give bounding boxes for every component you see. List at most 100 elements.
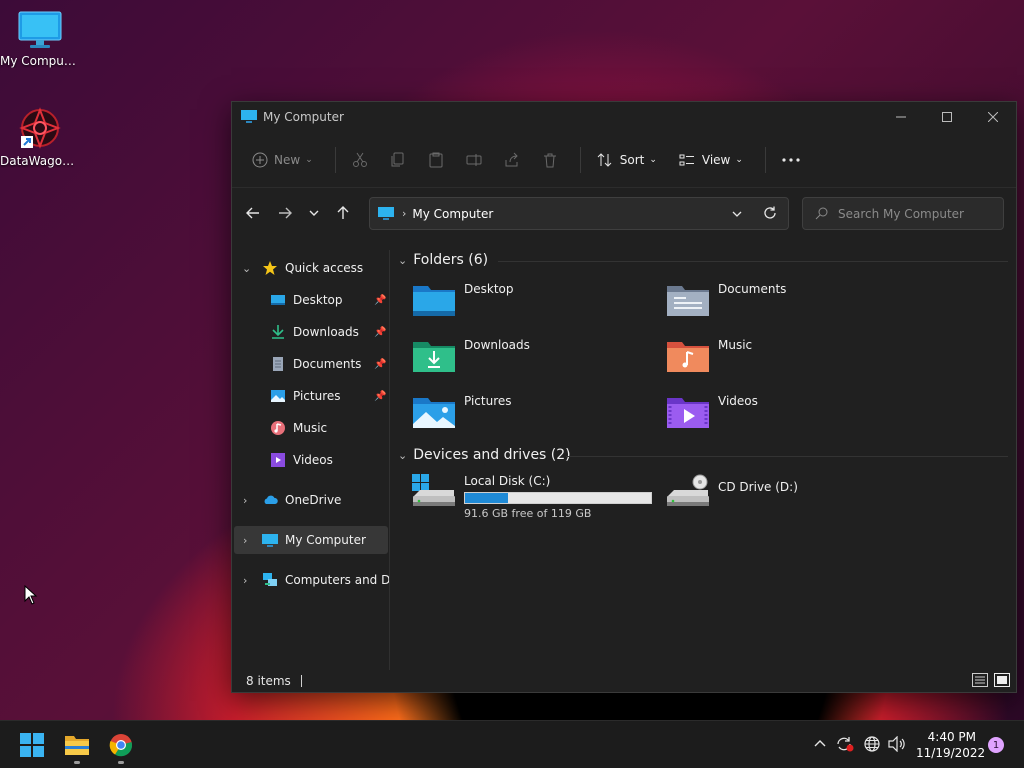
- pin-icon[interactable]: 📌: [374, 327, 386, 338]
- taskbar-file-explorer[interactable]: [61, 729, 93, 764]
- address-bar[interactable]: › My Computer: [369, 197, 789, 230]
- chevron-down-icon[interactable]: [732, 211, 742, 217]
- sidebar-item-videos[interactable]: Videos: [232, 446, 388, 474]
- arrow-up-icon: [337, 206, 349, 219]
- download-arrow-icon: [272, 325, 284, 339]
- globe-network-icon[interactable]: [864, 736, 880, 752]
- folder-desktop[interactable]: Desktop: [412, 282, 514, 318]
- forward-button[interactable]: [269, 197, 301, 229]
- delete-button[interactable]: [534, 145, 566, 175]
- maximize-button[interactable]: [924, 102, 970, 132]
- refresh-icon[interactable]: [763, 206, 777, 220]
- star-icon: [263, 261, 277, 275]
- up-button[interactable]: [327, 197, 359, 229]
- sidebar-item-music[interactable]: Music: [232, 414, 388, 442]
- folder-videos[interactable]: Videos: [666, 394, 758, 430]
- search-placeholder: Search My Computer: [838, 206, 964, 221]
- pin-icon[interactable]: 📌: [374, 295, 386, 306]
- sidebar-item-onedrive[interactable]: › OneDrive: [232, 486, 388, 514]
- view-button-label: View: [701, 152, 731, 167]
- recent-locations-button[interactable]: [301, 197, 327, 229]
- group-divider: [498, 261, 1008, 262]
- back-button[interactable]: [237, 197, 269, 229]
- drive-local-disk-c[interactable]: Local Disk (C:) 91.6 GB free of 119 GB: [412, 474, 652, 520]
- paste-button[interactable]: [420, 145, 452, 175]
- monitor-icon: [378, 206, 394, 220]
- new-button[interactable]: New ⌄: [244, 145, 321, 175]
- start-button[interactable]: [16, 729, 48, 761]
- scissors-icon: [352, 152, 367, 167]
- sidebar-item-my-computer[interactable]: › My Computer: [234, 526, 388, 554]
- folder-pictures[interactable]: Pictures: [412, 394, 512, 430]
- folder-icon: [65, 736, 89, 755]
- network-computer-icon: [263, 573, 277, 586]
- sidebar-item-label: Documents: [293, 357, 362, 371]
- pin-icon[interactable]: 📌: [374, 359, 386, 370]
- status-bar: 8 items: [232, 670, 1016, 692]
- system-clock[interactable]: 4:40 PM 11/19/2022: [916, 729, 986, 761]
- more-options-button[interactable]: [774, 145, 808, 175]
- copy-button[interactable]: [382, 145, 414, 175]
- mouse-cursor-icon: [24, 585, 38, 605]
- tiles-view-icon[interactable]: [994, 673, 1010, 687]
- command-bar: New ⌄ Sort ⌄ View ⌄: [232, 132, 1016, 188]
- folder-label: Music: [718, 338, 753, 352]
- drive-cd-d[interactable]: CD Drive (D:): [666, 474, 798, 510]
- sidebar-item-label: Pictures: [293, 389, 341, 403]
- desktop-folder-icon: [271, 295, 285, 305]
- folder-documents[interactable]: Documents: [666, 282, 786, 318]
- monitor-icon: [262, 534, 278, 547]
- rename-button[interactable]: [458, 145, 490, 175]
- sort-arrows-icon: [597, 152, 612, 167]
- minimize-button[interactable]: [878, 102, 924, 132]
- view-button[interactable]: View ⌄: [671, 145, 751, 175]
- chevron-down-icon: ⌄: [649, 154, 657, 165]
- share-button[interactable]: [496, 145, 528, 175]
- sidebar-item-pictures[interactable]: Pictures 📌: [232, 382, 388, 410]
- music-folder-icon: [667, 342, 709, 372]
- ellipsis-icon: [782, 157, 800, 162]
- group-title: Folders (6): [413, 252, 489, 268]
- status-separator: [300, 675, 302, 687]
- view-list-icon: [679, 154, 694, 165]
- desktop-icon-datawagon[interactable]: DataWagon...: [0, 106, 80, 168]
- volume-icon[interactable]: [888, 736, 906, 752]
- notification-badge[interactable]: 1: [988, 737, 1004, 753]
- details-view-icon[interactable]: [972, 673, 988, 687]
- folders-group-header[interactable]: ⌄ Folders (6): [398, 252, 1008, 268]
- sidebar-item-label: Videos: [293, 453, 333, 467]
- windows-logo-icon: [20, 733, 44, 757]
- sort-button[interactable]: Sort ⌄: [589, 145, 665, 175]
- sync-alert-icon[interactable]: [836, 736, 854, 752]
- desktop-icon-my-computer[interactable]: My Computer: [0, 10, 80, 68]
- cut-button[interactable]: [344, 145, 376, 175]
- close-button[interactable]: [970, 102, 1016, 132]
- clock-date: 11/19/2022: [916, 746, 986, 760]
- pin-icon[interactable]: 📌: [374, 391, 386, 402]
- search-box[interactable]: Search My Computer: [802, 197, 1004, 230]
- taskbar-chrome[interactable]: [105, 729, 137, 764]
- sidebar-item-documents[interactable]: Documents 📌: [232, 350, 388, 378]
- folder-downloads[interactable]: Downloads: [412, 338, 530, 374]
- music-icon: [271, 421, 285, 435]
- clock-time: 4:40 PM: [927, 730, 976, 744]
- drives-group-header[interactable]: ⌄ Devices and drives (2): [398, 447, 1008, 463]
- running-indicator: [74, 761, 80, 764]
- datawagon-logo-icon: [19, 107, 61, 149]
- picture-icon: [271, 390, 285, 402]
- sidebar-item-desktop[interactable]: Desktop 📌: [232, 286, 388, 314]
- sidebar-item-label: OneDrive: [285, 493, 342, 507]
- pictures-folder-icon: [413, 398, 455, 428]
- sidebar-item-downloads[interactable]: Downloads 📌: [232, 318, 388, 346]
- sidebar-item-label: Desktop: [293, 293, 343, 307]
- sidebar-item-quick-access[interactable]: ⌄ Quick access: [232, 254, 388, 282]
- cd-drive-icon: [667, 474, 709, 506]
- show-hidden-icons-chevron-icon[interactable]: [814, 739, 826, 747]
- address-path[interactable]: My Computer: [412, 207, 732, 221]
- folder-label: Pictures: [464, 394, 512, 408]
- folder-music[interactable]: Music: [666, 338, 752, 374]
- title-bar[interactable]: My Computer: [232, 102, 1016, 132]
- sidebar-item-network[interactable]: › Computers and Dev: [232, 566, 389, 594]
- drive-usage-bar: [464, 492, 652, 504]
- drive-usage-fill: [465, 493, 508, 503]
